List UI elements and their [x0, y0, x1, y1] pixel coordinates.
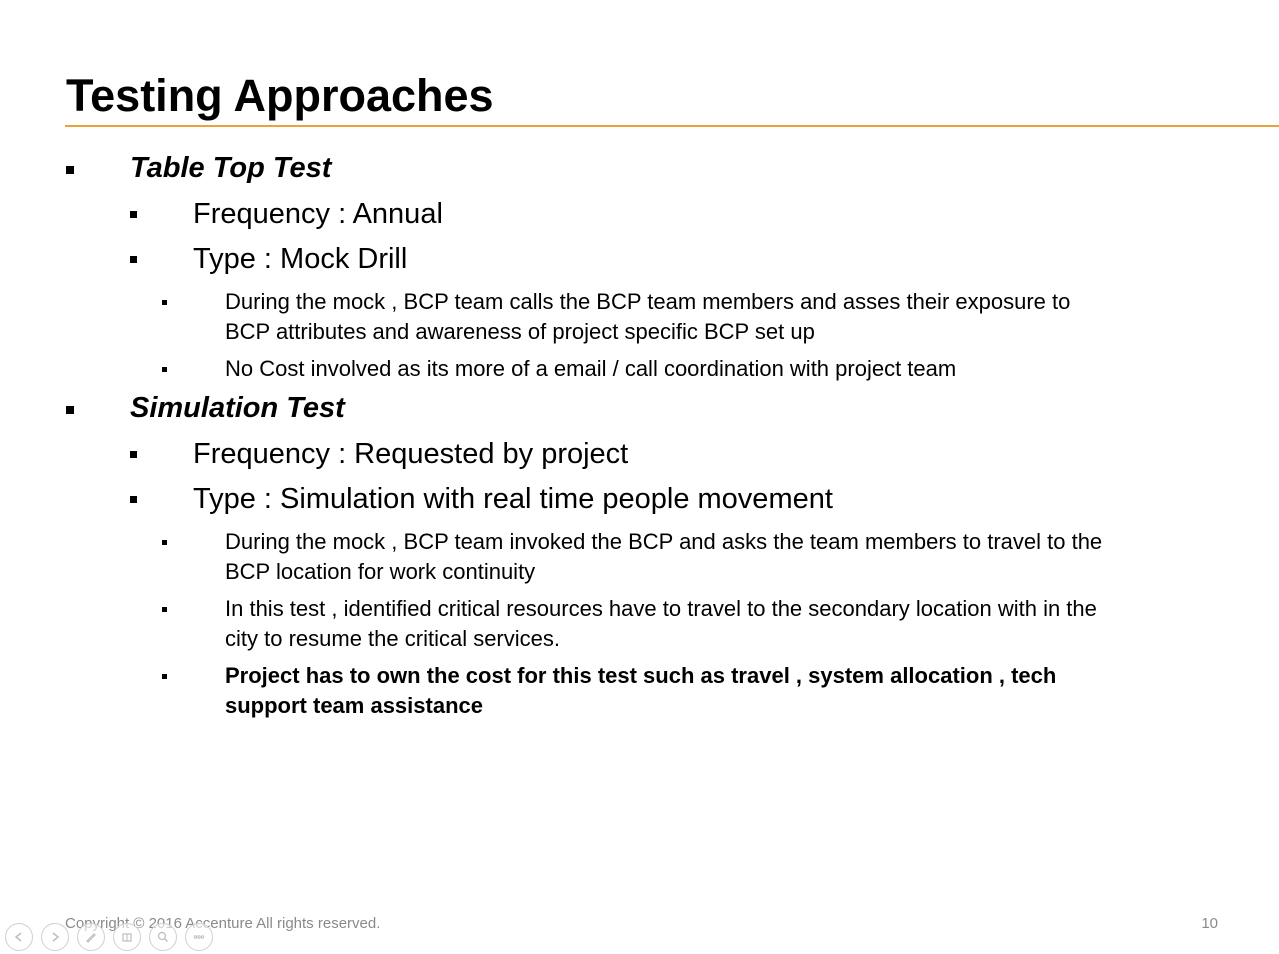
detail-text-line: No Cost involved as its more of a email …: [225, 356, 957, 381]
bullet-text: Type : Mock Drill: [193, 243, 408, 275]
slide: Testing Approaches Table Top Test Freque…: [0, 0, 1279, 954]
bullet-text: Type : Simulation with real time people …: [193, 483, 833, 515]
section-heading-text: Table Top Test: [130, 152, 332, 184]
slide-title: Testing Approaches: [66, 70, 494, 121]
previous-icon[interactable]: [5, 923, 33, 951]
presentation-toolbar: [5, 923, 213, 953]
detail-text-line: support team assistance: [225, 693, 483, 718]
square-bullet-icon: [130, 256, 137, 263]
detail-text-line: BCP location for work continuity: [225, 559, 536, 584]
title-underline: [65, 125, 1279, 127]
more-icon[interactable]: [185, 923, 213, 951]
slides-icon[interactable]: [113, 923, 141, 951]
detail-text-line: During the mock , BCP team calls the BCP…: [225, 289, 1071, 314]
detail-text-line: Project has to own the cost for this tes…: [225, 663, 1057, 688]
square-bullet-icon: [130, 496, 137, 503]
detail-text-line: BCP attributes and awareness of project …: [225, 319, 815, 344]
detail-text-line: In this test , identified critical resou…: [225, 596, 1097, 621]
square-bullet-icon: [162, 540, 167, 545]
square-bullet-icon: [130, 451, 137, 458]
bullet-text: Frequency : Requested by project: [193, 438, 629, 470]
square-bullet-icon: [66, 406, 74, 414]
bullet-text: Frequency : Annual: [193, 198, 443, 230]
square-bullet-icon: [162, 367, 167, 372]
square-bullet-icon: [66, 166, 74, 174]
detail-text-line: city to resume the critical services.: [225, 626, 560, 651]
square-bullet-icon: [162, 300, 167, 305]
square-bullet-icon: [130, 211, 137, 218]
next-icon[interactable]: [41, 923, 69, 951]
pen-icon[interactable]: [77, 923, 105, 951]
detail-text-line: During the mock , BCP team invoked the B…: [225, 529, 1103, 554]
section-heading-text: Simulation Test: [130, 392, 345, 424]
zoom-icon[interactable]: [149, 923, 177, 951]
square-bullet-icon: [162, 674, 167, 679]
square-bullet-icon: [162, 607, 167, 612]
page-number: 10: [1201, 915, 1218, 932]
